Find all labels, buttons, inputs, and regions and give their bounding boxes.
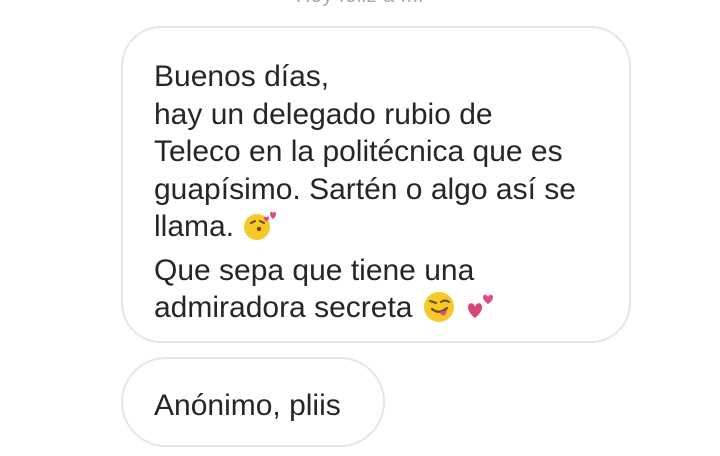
- message-line: Teleco en la politécnica que es: [154, 135, 563, 168]
- kissing-face-with-heart-icon: [242, 208, 278, 252]
- message-line: Anónimo, pliis: [154, 389, 341, 422]
- message-bubble[interactable]: Anónimo, pliis: [121, 357, 385, 447]
- winking-tongue-face-icon: [421, 289, 457, 333]
- two-hearts-icon: [465, 289, 499, 333]
- message-line: Buenos días,: [154, 60, 330, 93]
- message-line-text: llama.: [154, 210, 235, 243]
- message-line: guapísimo. Sartén o algo así se: [154, 172, 576, 206]
- clipped-top-text: Hoy feliz a mí: [0, 0, 720, 8]
- message-bubble[interactable]: Buenos días, hay un delegado rubio de Te…: [121, 26, 631, 343]
- message-line-text: admiradora secreta: [154, 291, 413, 324]
- message-line-with-emoji: llama.: [154, 208, 605, 252]
- message-line: hay un delegado rubio de: [154, 97, 493, 131]
- message-line-with-emoji: admiradora secreta: [154, 289, 605, 333]
- message-line: Que sepa que tiene una: [154, 253, 475, 287]
